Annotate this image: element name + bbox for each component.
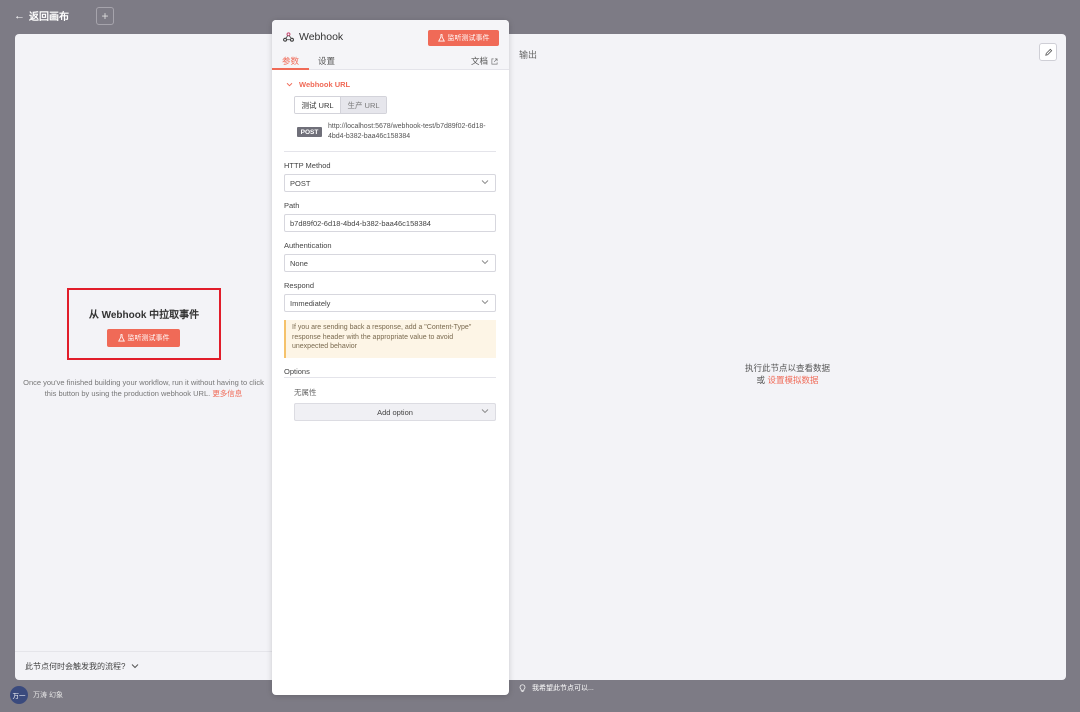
trigger-question-toggle[interactable]: 此节点何时会触发我的流程? xyxy=(15,651,272,680)
back-to-canvas-link[interactable]: ← 返回画布 xyxy=(14,8,69,24)
active-tab-indicator xyxy=(272,68,309,70)
trigger-question-label: 此节点何时会触发我的流程? xyxy=(25,661,126,671)
highlight-box xyxy=(67,288,221,360)
chevron-down-icon xyxy=(132,664,139,669)
path-label: Path xyxy=(284,201,300,210)
lightbulb-icon xyxy=(519,683,526,692)
path-input[interactable]: b7d89f02-6d18-4bd4-b382-baa46c158384 xyxy=(284,214,496,232)
respond-label: Respond xyxy=(284,281,315,290)
authentication-value: None xyxy=(290,258,308,268)
edit-output-button[interactable] xyxy=(1039,43,1057,61)
tab-settings[interactable]: 设置 xyxy=(318,55,335,67)
chevron-down-icon xyxy=(481,260,489,265)
add-option-label: Add option xyxy=(377,407,413,417)
respond-value: Immediately xyxy=(290,298,331,308)
node-details-modal: 从 Webhook 中拉取事件 监听测试事件 Once you've finis… xyxy=(15,34,1066,680)
docs-label: 文档 xyxy=(471,56,489,66)
node-title: Webhook xyxy=(283,31,343,43)
webhook-url-value[interactable]: http://localhost:5678/webhook-test/b7d89… xyxy=(328,122,498,142)
panel-header: Webhook 监听测试事件 参数 设置 文档 xyxy=(272,20,509,70)
node-settings-panel: Webhook 监听测试事件 参数 设置 文档 Webhook URL 测试 U… xyxy=(272,20,509,695)
flask-icon xyxy=(437,34,445,42)
user-name: 万涛 幻象 xyxy=(33,692,63,699)
http-method-select[interactable]: POST xyxy=(284,174,496,192)
hint-or: 或 xyxy=(756,375,766,385)
node-title-text: Webhook xyxy=(299,31,344,43)
no-properties-text: 无属性 xyxy=(294,388,317,397)
listen-header-label: 监听测试事件 xyxy=(447,35,490,42)
authentication-select[interactable]: None xyxy=(284,254,496,272)
production-url-tab[interactable]: 生产 URL xyxy=(341,97,386,113)
output-panel: 输出 执行此节点以查看数据 或 设置模拟数据 xyxy=(509,34,1066,680)
url-type-toggle: 测试 URL 生产 URL xyxy=(294,96,387,114)
listen-test-event-button[interactable]: 监听测试事件 xyxy=(107,329,180,347)
output-hint-line1: 执行此节点以查看数据 xyxy=(744,363,830,373)
set-mock-data-link[interactable]: 设置模拟数据 xyxy=(767,375,818,385)
top-bar: ← 返回画布 + xyxy=(0,0,1080,34)
http-method-value: POST xyxy=(290,178,311,188)
test-url-tab[interactable]: 测试 URL xyxy=(295,97,341,113)
output-empty-hint: 执行此节点以查看数据 或 设置模拟数据 xyxy=(509,362,1066,386)
options-divider xyxy=(284,377,496,378)
pull-events-title: 从 Webhook 中拉取事件 xyxy=(88,310,200,321)
webhook-url-collapse[interactable]: Webhook URL xyxy=(286,80,350,89)
chevron-down-icon xyxy=(286,82,293,87)
user-area[interactable]: 万一 万涛 幻象 xyxy=(10,686,63,704)
listen-button-label: 监听测试事件 xyxy=(127,335,170,342)
content-type-notice: If you are sending back a response, add … xyxy=(284,320,496,358)
help-text: Once you've finished building your workf… xyxy=(21,377,266,399)
node-feedback-link[interactable]: 我希望此节点可以... xyxy=(519,683,594,693)
webhook-url-heading: Webhook URL xyxy=(299,80,351,89)
add-node-button[interactable]: + xyxy=(96,7,114,25)
listen-test-event-header-button[interactable]: 监听测试事件 xyxy=(428,30,499,46)
chevron-down-icon xyxy=(481,180,489,185)
method-badge: POST xyxy=(297,127,322,137)
chevron-down-icon xyxy=(481,300,489,305)
external-link-icon xyxy=(491,58,498,64)
avatar: 万一 xyxy=(10,686,28,704)
back-label: 返回画布 xyxy=(29,12,69,23)
output-title: 输出 xyxy=(519,50,538,60)
feedback-label: 我希望此节点可以... xyxy=(532,685,594,692)
webhook-icon xyxy=(283,32,294,42)
arrow-left-icon: ← xyxy=(14,9,25,22)
tab-parameters[interactable]: 参数 xyxy=(282,55,299,67)
output-hint-line2: 或 设置模拟数据 xyxy=(509,374,1066,386)
authentication-label: Authentication xyxy=(284,241,332,250)
http-method-label: HTTP Method xyxy=(284,161,331,170)
chevron-down-icon xyxy=(481,409,489,414)
plus-icon: + xyxy=(101,9,109,23)
add-option-button[interactable]: Add option xyxy=(294,403,496,421)
path-value: b7d89f02-6d18-4bd4-b382-baa46c158384 xyxy=(290,218,431,228)
pencil-icon xyxy=(1044,48,1052,56)
flask-icon xyxy=(117,334,125,342)
input-panel: 从 Webhook 中拉取事件 监听测试事件 Once you've finis… xyxy=(15,34,272,680)
more-info-link[interactable]: 更多信息 xyxy=(212,389,242,398)
section-divider xyxy=(284,151,496,152)
options-label: Options xyxy=(284,367,310,376)
respond-select[interactable]: Immediately xyxy=(284,294,496,312)
tab-docs[interactable]: 文档 xyxy=(471,55,498,67)
